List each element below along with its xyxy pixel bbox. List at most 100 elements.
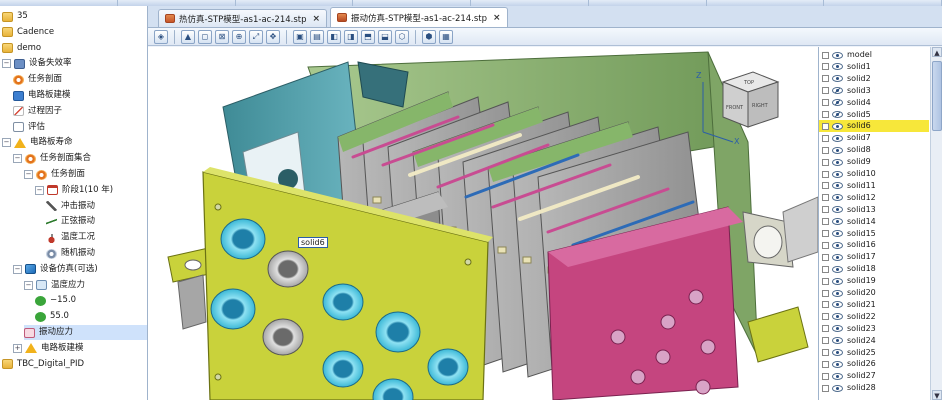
tree-expander-icon[interactable]: − [24,280,33,290]
tree-item[interactable]: − 温度应力 [24,278,147,293]
tree-expander-icon[interactable]: − [2,59,11,69]
navcube-right-text[interactable]: RIGHT [752,103,769,109]
expand-box-icon[interactable] [822,253,829,261]
visibility-eye-icon[interactable] [832,289,843,297]
expand-box-icon[interactable] [822,87,829,95]
navcube-top-text[interactable]: TOP [743,80,754,86]
object-list-item[interactable]: solid21 [819,299,929,311]
pan-icon[interactable]: ✥ [266,29,280,44]
tree-item[interactable]: − 阶段1(10 年) [35,183,147,198]
tree-item[interactable]: 温度工况 [46,230,147,245]
visibility-eye-icon[interactable] [832,313,843,321]
visibility-eye-icon[interactable] [832,241,843,249]
expand-box-icon[interactable] [822,349,829,356]
tree-expander-icon[interactable]: − [13,264,22,274]
object-list-item[interactable]: solid7 [819,132,929,144]
document-tab[interactable]: 振动仿真-STP模型-as1-ac-214.stp × [330,7,508,27]
visibility-eye-icon[interactable] [832,134,843,142]
expand-box-icon[interactable] [822,360,829,368]
navcube-front-text[interactable]: FRONT [726,105,744,111]
tree-item[interactable]: 正弦振动 [46,214,147,229]
model-render[interactable]: TOP FRONT RIGHT [148,47,818,400]
tree-item[interactable]: 35 [2,9,147,24]
object-list-item[interactable]: solid16 [819,239,929,251]
tab-close-icon[interactable]: × [493,13,501,23]
select-box-icon[interactable]: ⊠ [215,29,229,44]
expand-box-icon[interactable] [822,51,829,59]
object-list-item[interactable]: model [819,49,929,61]
object-list-item[interactable]: solid11 [819,180,929,192]
tree-expander-icon[interactable]: − [13,154,22,164]
cube-view-icon[interactable]: ◈ [154,29,168,44]
expand-box-icon[interactable] [822,99,829,107]
object-list-item[interactable]: solid12 [819,192,929,204]
visibility-eye-icon[interactable] [832,301,843,309]
visibility-eye-icon[interactable] [832,87,843,95]
tree-item[interactable]: 评估 [13,120,147,135]
visibility-eye-icon[interactable] [832,325,843,333]
tree-item[interactable]: 随机振动 [46,246,147,261]
tree-item[interactable]: TBC_Digital_PID [2,357,147,372]
visibility-eye-icon[interactable] [832,230,843,237]
object-list-item[interactable]: solid14 [819,216,929,228]
visibility-eye-icon[interactable] [832,194,843,202]
expand-box-icon[interactable] [822,75,829,83]
object-list-item[interactable]: solid13 [819,204,929,216]
visibility-eye-icon[interactable] [832,99,843,107]
object-list-item[interactable]: solid26 [819,358,929,370]
scroll-down-button[interactable]: ▼ [932,390,942,400]
visibility-eye-icon[interactable] [832,253,843,261]
expand-box-icon[interactable] [822,230,829,237]
visibility-eye-icon[interactable] [832,63,843,71]
document-tab[interactable]: 热仿真-STP模型-as1-ac-214.stp × [158,9,328,27]
object-list-scrollbar[interactable]: ▲ ▼ [930,47,942,400]
visibility-eye-icon[interactable] [832,218,843,226]
object-list-item[interactable]: solid3 [819,85,929,97]
object-list-item[interactable]: solid27 [819,370,929,382]
zoom-region-icon[interactable]: ◻ [198,29,212,44]
expand-box-icon[interactable] [822,206,829,214]
view-top-icon[interactable]: ⬒ [361,29,375,44]
expand-box-icon[interactable] [822,277,829,285]
zoom-fit-icon[interactable]: ⤢ [249,29,263,44]
visibility-eye-icon[interactable] [832,277,843,285]
visibility-eye-icon[interactable] [832,122,843,130]
tree-item[interactable]: −15.0 [35,293,147,308]
expand-box-icon[interactable] [822,301,829,309]
visibility-eye-icon[interactable] [832,372,843,380]
visibility-eye-icon[interactable] [832,158,843,166]
expand-box-icon[interactable] [822,313,829,321]
visibility-eye-icon[interactable] [832,51,843,59]
object-list-item[interactable]: solid23 [819,323,929,335]
object-list-item[interactable]: solid15 [819,228,929,240]
tree-item[interactable]: + 电路板建模 [13,341,147,356]
object-list-item[interactable]: solid19 [819,275,929,287]
tree-expander-icon[interactable]: + [13,343,22,353]
tree-item[interactable]: 冲击振动 [46,199,147,214]
visibility-eye-icon[interactable] [832,170,843,178]
view-right-icon[interactable]: ◨ [344,29,358,44]
visibility-eye-icon[interactable] [832,349,843,356]
tree-item[interactable]: − 设备仿真(可选) [13,262,147,277]
object-list-item[interactable]: solid20 [819,287,929,299]
object-list-item[interactable]: solid25 [819,347,929,359]
expand-box-icon[interactable] [822,182,829,190]
visibility-eye-icon[interactable] [832,146,843,154]
expand-box-icon[interactable] [822,372,829,380]
zoom-in-icon[interactable]: ⊕ [232,29,246,44]
visibility-eye-icon[interactable] [832,111,843,118]
visibility-eye-icon[interactable] [832,265,843,273]
expand-box-icon[interactable] [822,122,829,130]
tree-item[interactable]: − 任务剖面集合 [13,151,147,166]
tab-close-icon[interactable]: × [313,14,321,24]
tree-item[interactable]: 任务剖面 [13,72,147,87]
expand-box-icon[interactable] [822,384,829,392]
expand-box-icon[interactable] [822,194,829,202]
expand-box-icon[interactable] [822,325,829,333]
tree-item[interactable]: − 任务剖面 [24,167,147,182]
tree-expander-icon[interactable]: − [24,170,33,179]
scroll-thumb[interactable] [932,61,942,131]
tree-item[interactable]: 55.0 [35,309,147,324]
expand-box-icon[interactable] [822,289,829,297]
expand-box-icon[interactable] [822,146,829,154]
